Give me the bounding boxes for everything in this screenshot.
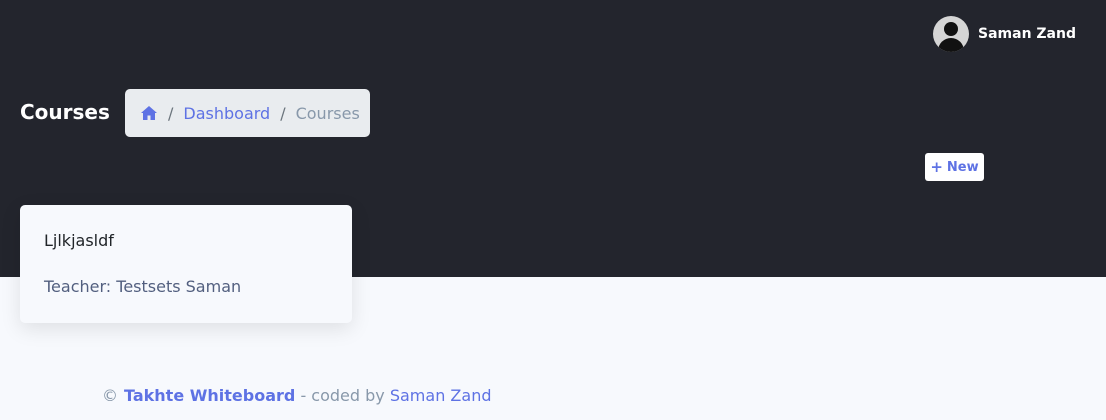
author-link[interactable]: Saman Zand [390, 386, 492, 405]
course-teacher: Teacher: Testsets Saman [44, 277, 242, 296]
user-name[interactable]: Saman Zand [978, 26, 1076, 42]
user-menu[interactable]: Saman Zand [933, 16, 1076, 52]
new-course-button[interactable]: + New [925, 153, 984, 181]
breadcrumb-separator: / [280, 103, 286, 123]
footer: © Takhte Whiteboard - coded by Saman Zand [102, 386, 491, 405]
copyright-symbol: © [102, 386, 118, 405]
breadcrumb: / Dashboard / Courses [125, 89, 370, 137]
footer-coded-by: - coded by [295, 386, 390, 405]
plus-icon: + [930, 157, 943, 176]
breadcrumb-item-courses: Courses [295, 103, 360, 123]
course-title[interactable]: Ljlkjasldf [44, 231, 114, 250]
home-icon[interactable] [140, 105, 158, 121]
new-button-label: New [946, 159, 979, 175]
user-avatar-icon[interactable] [933, 16, 969, 52]
breadcrumb-item-dashboard[interactable]: Dashboard [183, 104, 270, 123]
course-card[interactable]: Ljlkjasldf Teacher: Testsets Saman [20, 205, 352, 323]
page-title: Courses [20, 100, 110, 124]
brand-link[interactable]: Takhte Whiteboard [124, 386, 295, 405]
breadcrumb-separator: / [168, 103, 174, 123]
